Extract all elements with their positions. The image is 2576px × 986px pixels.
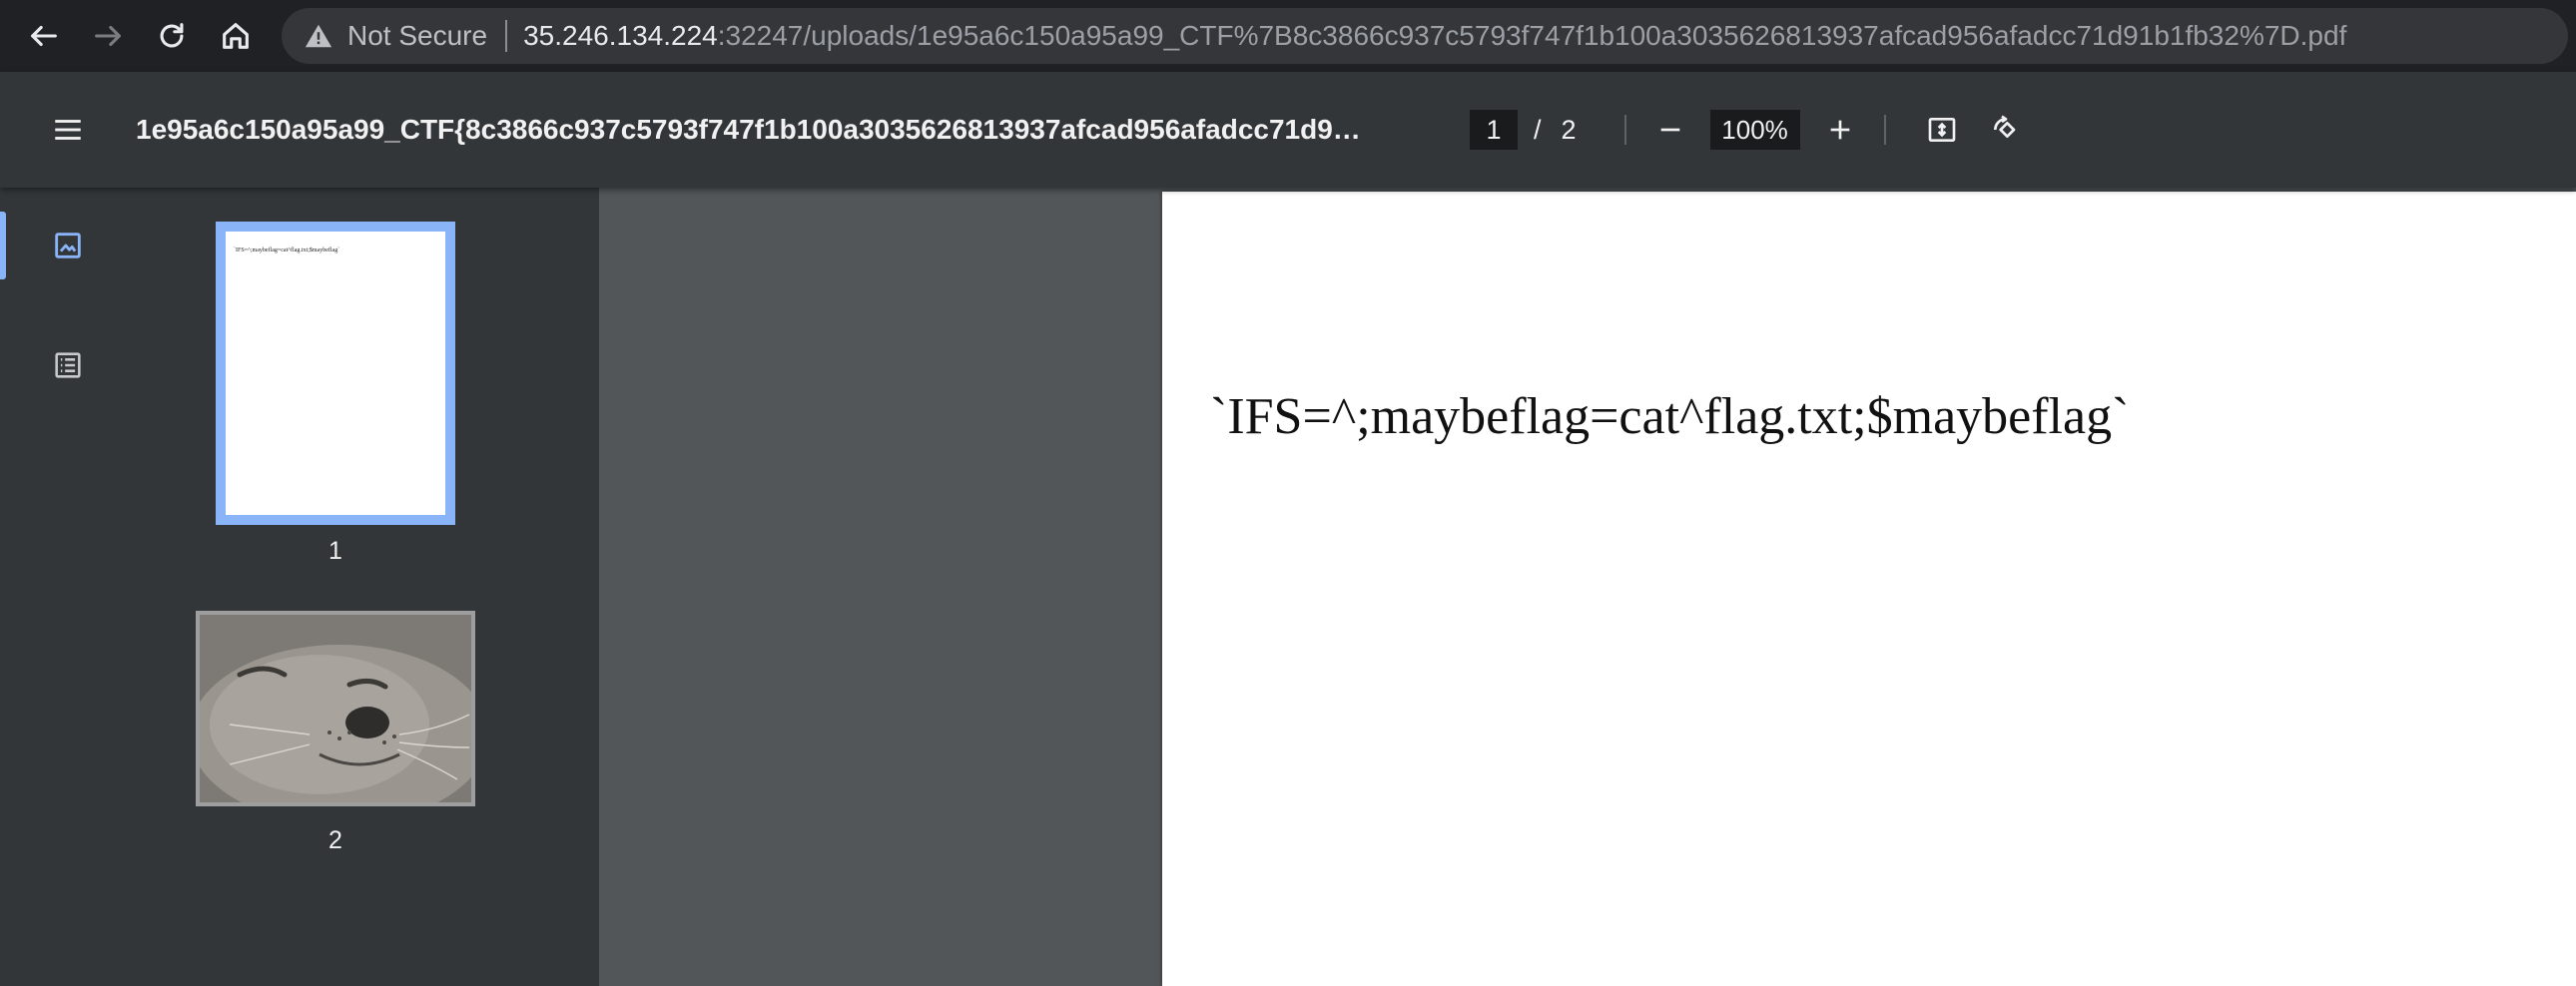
toolbar-divider: [1623, 115, 1626, 145]
forward-arrow-icon: [95, 25, 121, 47]
rotate-button[interactable]: [1984, 108, 2028, 152]
zoom-out-icon: [1660, 128, 1679, 132]
reload-icon: [160, 23, 184, 48]
outline-tab[interactable]: [0, 329, 136, 401]
thumbnail-sidebar: `IFS=^;maybeflag=cat^flag.txt;$maybeflag…: [0, 188, 599, 986]
thumbnails-tab[interactable]: [0, 210, 136, 281]
security-status[interactable]: Not Secure: [347, 20, 487, 52]
zoom-in-button[interactable]: [1818, 108, 1862, 152]
thumbnail-preview-text: `IFS=^;maybeflag=cat^flag.txt;$maybeflag…: [234, 247, 340, 253]
page-total: 2: [1561, 114, 1577, 145]
home-button[interactable]: [204, 0, 268, 72]
thumbnails-icon: [55, 233, 81, 258]
zoom-in-icon: [1830, 120, 1849, 140]
back-arrow-icon: [31, 25, 57, 47]
fit-page-icon: [1928, 118, 1955, 142]
sidebar-rail: [0, 188, 136, 986]
pdf-toolbar: 1e95a6c150a95a99_CTF{8c3866c937c5793f747…: [0, 72, 2576, 188]
fit-page-button[interactable]: [1920, 108, 1964, 152]
thumbnail-label-1: 1: [328, 537, 342, 565]
document-title: 1e95a6c150a95a99_CTF{8c3866c937c5793f747…: [136, 114, 1361, 145]
reload-button[interactable]: [140, 0, 204, 72]
zoom-out-button[interactable]: [1648, 108, 1692, 152]
url-path[interactable]: :32247/uploads/1e95a6c150a95a99_CTF%7B8c…: [718, 20, 2347, 52]
thumbnail-page: `IFS=^;maybeflag=cat^flag.txt;$maybeflag…: [226, 232, 445, 515]
page-text: `IFS=^;maybeflag=cat^flag.txt;$maybeflag…: [1210, 388, 2130, 445]
browser-toolbar: Not Secure 35.246.134.224 :32247/uploads…: [0, 0, 2576, 72]
toolbar-divider: [1883, 115, 1886, 145]
warning-icon[interactable]: [304, 21, 333, 51]
home-icon: [223, 23, 249, 49]
menu-icon: [55, 120, 81, 140]
page-thumbnail-2[interactable]: [196, 611, 475, 806]
page-number-input[interactable]: 1: [1470, 110, 1518, 150]
url-host[interactable]: 35.246.134.224: [523, 20, 718, 52]
back-button[interactable]: [12, 0, 76, 72]
sidebar-menu-button[interactable]: [48, 110, 88, 150]
pdf-page-1[interactable]: `IFS=^;maybeflag=cat^flag.txt;$maybeflag…: [1162, 192, 2576, 986]
page-separator: /: [1534, 114, 1542, 145]
address-bar[interactable]: Not Secure 35.246.134.224 :32247/uploads…: [282, 8, 2568, 64]
forward-button[interactable]: [76, 0, 140, 72]
rotate-icon: [1993, 115, 2015, 138]
page-thumbnail-1[interactable]: `IFS=^;maybeflag=cat^flag.txt;$maybeflag…: [216, 222, 455, 525]
thumbnail-label-2: 2: [328, 826, 342, 854]
zoom-level-input[interactable]: 100%: [1709, 110, 1800, 150]
document-viewer[interactable]: `IFS=^;maybeflag=cat^flag.txt;$maybeflag…: [599, 188, 2576, 986]
seal-photo: [200, 615, 471, 802]
omnibox-divider: [505, 20, 508, 52]
outline-icon: [55, 352, 81, 378]
